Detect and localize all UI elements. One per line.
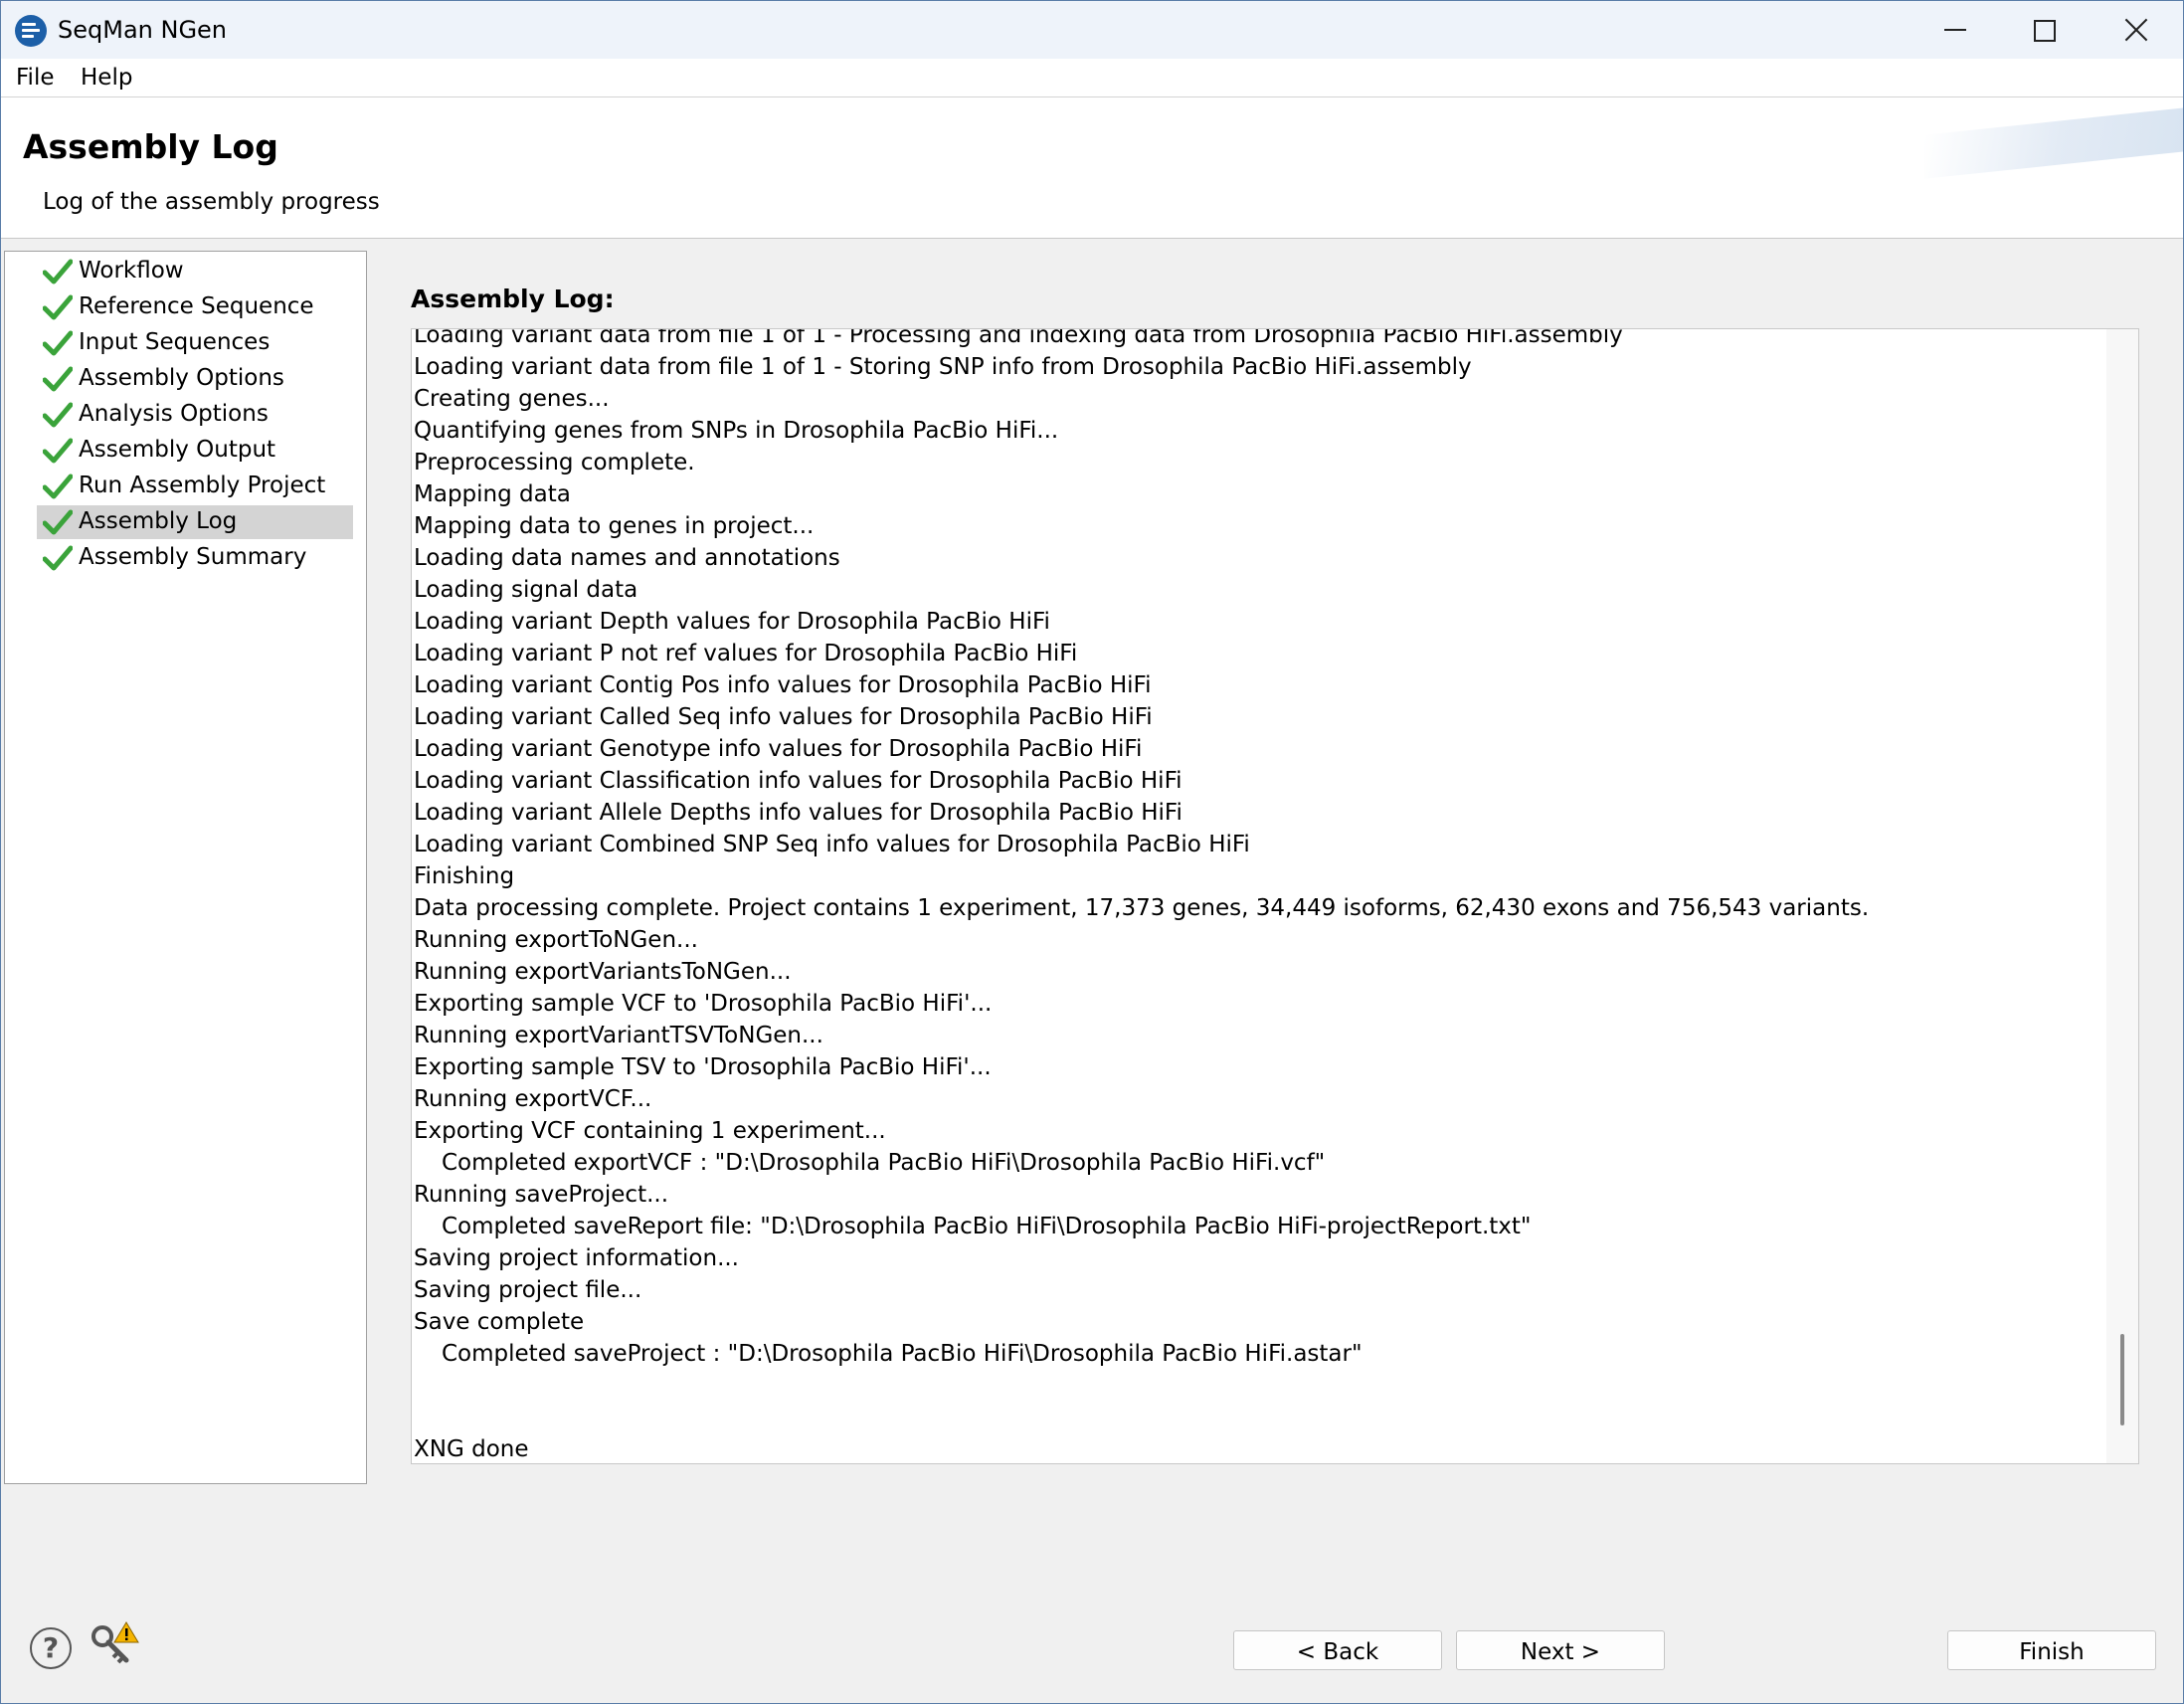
checkmark-icon [43,509,73,535]
nav-step-assembly-output[interactable]: Assembly Output [37,434,353,468]
log-line: Loading variant Combined SNP Seq info va… [414,832,1250,857]
nav-step-assembly-summary[interactable]: Assembly Summary [37,541,353,575]
log-line: Creating genes... [414,386,610,412]
log-line: Loading data names and annotations [414,545,840,571]
checkmark-icon [43,366,73,392]
nav-step-reference-sequence[interactable]: Reference Sequence [37,290,353,324]
log-line: Completed saveProject : "D:\Drosophila P… [442,1341,1363,1367]
log-line: Loading variant Genotype info values for… [414,736,1143,762]
header-decoration [1924,103,2183,179]
nav-step-input-sequences[interactable]: Input Sequences [37,326,353,360]
checkmark-icon [43,545,73,571]
scrollbar-thumb[interactable] [2120,1334,2124,1425]
log-line: Data processing complete. Project contai… [414,895,1870,921]
close-icon [2123,17,2149,43]
log-line: Exporting sample VCF to 'Drosophila PacB… [414,991,993,1017]
log-line: Exporting VCF containing 1 experiment... [414,1118,886,1144]
log-line: Loading variant Classification info valu… [414,768,1183,794]
window-title: SeqMan NGen [58,16,228,44]
nav-step-label: Analysis Options [79,401,269,427]
close-button[interactable] [2090,1,2181,59]
nav-step-label: Assembly Options [79,365,284,391]
log-line: Running exportVCF... [414,1086,652,1112]
page-subtitle: Log of the assembly progress [43,189,380,215]
nav-step-run-assembly-project[interactable]: Run Assembly Project [37,470,353,503]
log-line: Loading signal data [414,577,638,603]
title-bar: SeqMan NGen [1,1,2183,59]
back-button[interactable]: < Back [1233,1630,1442,1670]
page-title: Assembly Log [23,127,278,166]
log-line: Completed exportVCF : "D:\Drosophila Pac… [442,1150,1326,1176]
nav-step-label: Assembly Log [79,508,238,534]
nav-step-label: Reference Sequence [79,293,314,319]
log-line: Loading variant data from file 1 of 1 - … [414,354,1472,380]
log-line: Running exportToNGen... [414,927,698,953]
finish-button[interactable]: Finish [1947,1630,2156,1670]
assembly-log-textarea[interactable]: Loading variant data from file 1 of 1 - … [411,328,2139,1464]
nav-step-label: Run Assembly Project [79,473,326,498]
log-line: Loading variant data from file 1 of 1 - … [414,328,1623,348]
nav-step-label: Assembly Output [79,437,276,463]
log-line: Saving project file... [414,1277,642,1303]
nav-step-assembly-options[interactable]: Assembly Options [37,362,353,396]
nav-step-assembly-log[interactable]: Assembly Log [37,505,353,539]
checkmark-icon [43,330,73,356]
checkmark-icon [43,402,73,428]
minimize-button[interactable] [1909,1,2000,59]
nav-step-label: Input Sequences [79,329,271,355]
nav-step-label: Workflow [79,258,184,284]
log-line: Loading variant P not ref values for Dro… [414,641,1078,666]
log-line: Preprocessing complete. [414,450,695,475]
log-line: Running exportVariantsToNGen... [414,959,792,985]
help-icon[interactable]: ? [30,1627,72,1669]
log-final-line: XNG done [414,1436,529,1462]
menu-bar: File Help [1,59,2183,97]
log-line: Loading variant Contig Pos info values f… [414,672,1152,698]
log-line: Quantifying genes from SNPs in Drosophil… [414,418,1059,444]
wizard-steps-panel: Workflow Reference Sequence Input Sequence… [4,251,367,1484]
checkmark-icon [43,259,73,284]
wizard-header: Assembly Log Log of the assembly progres… [1,97,2183,239]
log-line: Completed saveReport file: "D:\Drosophil… [442,1214,1532,1239]
app-window: SeqMan NGen File Help Assembly Log Log o… [0,0,2184,1704]
menu-file[interactable]: File [16,65,55,91]
log-line: Mapping data to genes in project... [414,513,815,539]
seqman-app-icon [15,15,47,47]
nav-step-analysis-options[interactable]: Analysis Options [37,398,353,432]
log-line: Running saveProject... [414,1182,669,1208]
checkmark-icon [43,294,73,320]
log-line: Finishing [414,863,515,889]
nav-step-workflow[interactable]: Workflow [37,255,353,288]
next-button[interactable]: Next > [1456,1630,1665,1670]
log-line: Save complete [414,1309,585,1335]
log-line: Exporting sample TSV to 'Drosophila PacB… [414,1054,992,1080]
key-warning-icon[interactable] [89,1620,140,1668]
checkmark-icon [43,438,73,464]
log-line: Mapping data [414,481,571,507]
minimize-icon [1944,29,1966,31]
checkmark-icon [43,473,73,499]
maximize-button[interactable] [1998,1,2090,59]
log-line: Saving project information... [414,1245,739,1271]
log-line: Loading variant Allele Depths info value… [414,800,1183,826]
log-line: Loading variant Depth values for Drosoph… [414,609,1050,635]
nav-step-label: Assembly Summary [79,544,307,570]
log-heading: Assembly Log: [411,284,615,313]
log-lines: Loading variant data from file 1 of 1 - … [414,328,2104,1370]
log-scrollbar[interactable] [2106,329,2138,1463]
log-line: Loading variant Called Seq info values f… [414,704,1153,730]
maximize-icon [2034,20,2056,42]
log-line: Running exportVariantTSVToNGen... [414,1023,823,1048]
menu-help[interactable]: Help [81,65,132,91]
